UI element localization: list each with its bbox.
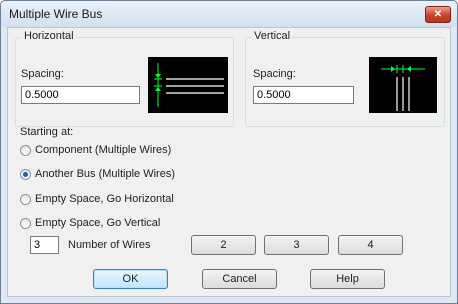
- horizontal-spacing-input[interactable]: [21, 86, 140, 104]
- starting-at-label: Starting at:: [20, 126, 74, 138]
- vertical-group-label: Vertical: [252, 30, 293, 42]
- radio-another-bus[interactable]: [20, 168, 31, 180]
- wires-preset-3-button[interactable]: 3: [264, 235, 329, 255]
- vertical-spacing-input[interactable]: [253, 86, 354, 104]
- radio-empty-horizontal[interactable]: [20, 193, 31, 205]
- close-button[interactable]: ✕: [425, 6, 451, 23]
- title-bar: Multiple Wire Bus ✕: [1, 1, 457, 27]
- cancel-button[interactable]: Cancel: [202, 269, 277, 289]
- wires-preset-4-button[interactable]: 4: [338, 235, 403, 255]
- help-button[interactable]: Help: [310, 269, 385, 289]
- horizontal-spacing-label: Spacing:: [21, 68, 64, 80]
- option-empty-horizontal[interactable]: Empty Space, Go Horizontal: [20, 193, 174, 205]
- radio-empty-vertical[interactable]: [20, 217, 31, 229]
- option-component[interactable]: Component (Multiple Wires): [20, 144, 171, 156]
- option-empty-vertical[interactable]: Empty Space, Go Vertical: [20, 217, 160, 229]
- wires-preset-2-button[interactable]: 2: [191, 235, 256, 255]
- option-empty-horizontal-label: Empty Space, Go Horizontal: [35, 193, 174, 205]
- number-of-wires-label: Number of Wires: [68, 239, 151, 251]
- vertical-spacing-preview: [369, 57, 437, 113]
- dialog-footer: OK Cancel Help: [8, 262, 450, 296]
- window-title: Multiple Wire Bus: [9, 7, 103, 21]
- vertical-group: Vertical Spacing:: [245, 30, 445, 127]
- horizontal-group-label: Horizontal: [22, 30, 76, 42]
- option-another-bus-label: Another Bus (Multiple Wires): [35, 168, 175, 180]
- vertical-spacing-label: Spacing:: [253, 68, 296, 80]
- multiple-wire-bus-dialog: Multiple Wire Bus ✕ Horizontal Spacing:: [0, 0, 458, 304]
- number-of-wires-input[interactable]: [30, 236, 59, 254]
- radio-component[interactable]: [20, 144, 31, 156]
- option-empty-vertical-label: Empty Space, Go Vertical: [35, 217, 161, 229]
- option-component-label: Component (Multiple Wires): [35, 144, 172, 156]
- option-another-bus[interactable]: Another Bus (Multiple Wires): [20, 168, 175, 180]
- close-icon: ✕: [433, 9, 443, 20]
- ok-button[interactable]: OK: [93, 269, 168, 289]
- horizontal-spacing-preview: [148, 57, 228, 113]
- horizontal-group: Horizontal Spacing:: [15, 30, 234, 127]
- dialog-body: Horizontal Spacing: Vertical Spacing:: [7, 27, 451, 297]
